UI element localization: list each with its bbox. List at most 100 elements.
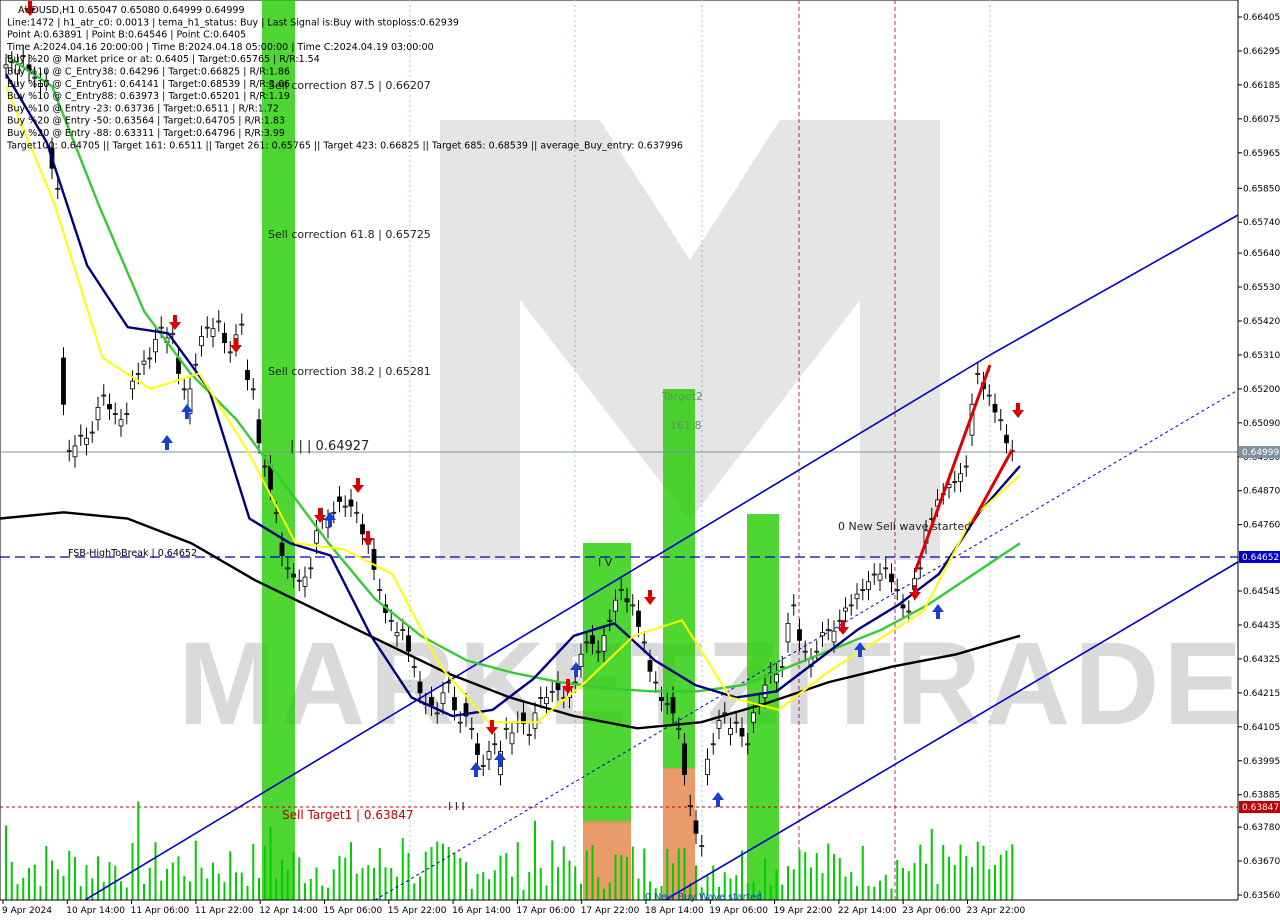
candle-body: [682, 743, 687, 776]
y-tick-label: 0.65090: [1243, 419, 1280, 429]
y-tick-label: 0.66405: [1243, 13, 1280, 23]
candle-body: [1004, 434, 1009, 444]
candle-body: [693, 820, 699, 834]
candle-body: [239, 323, 245, 326]
candle-body: [130, 380, 135, 390]
candle-body: [670, 697, 676, 714]
x-tick-label: 9 Apr 2024: [2, 906, 52, 916]
candle-body: [509, 732, 515, 745]
candle-body: [618, 589, 624, 591]
candle-body: [975, 373, 981, 375]
candle-body: [400, 629, 406, 631]
candle-body: [118, 419, 124, 427]
y-tick-label: 0.65420: [1243, 317, 1280, 327]
candle-body: [417, 681, 423, 694]
candle-body: [963, 465, 969, 468]
candle-body: [492, 743, 498, 746]
candle-body: [739, 727, 745, 737]
y-tick-label: 0.64870: [1243, 487, 1280, 497]
candle-body: [411, 666, 417, 669]
candle-body: [153, 339, 158, 353]
candle-body: [728, 727, 733, 735]
candle-body: [210, 328, 216, 337]
x-tick-label: 15 Apr 06:00: [324, 906, 383, 916]
candle-body: [279, 542, 285, 556]
candle-body: [871, 573, 877, 576]
y-tick-label: 0.63885: [1243, 791, 1280, 801]
info-line: Buy %20 @ Entry -88: 0.63311 | Target:0.…: [7, 128, 285, 139]
info-line: Target100: 0.64705 || Target 161: 0.6511…: [6, 140, 683, 151]
sell-target1-label: Sell Target1 | 0.63847: [282, 808, 414, 822]
x-tick-label: 18 Apr 14:00: [645, 906, 704, 916]
candle-body: [653, 681, 659, 684]
fsb-high-label: FSB-HighToBreak | 0.64652: [68, 548, 197, 559]
candle-body: [222, 332, 227, 343]
candle-body: [866, 581, 871, 590]
candle-body: [544, 697, 549, 705]
x-tick-label: 17 Apr 06:00: [516, 906, 575, 916]
candle-body: [664, 703, 670, 706]
candle-body: [61, 357, 66, 405]
sell-correction-618-label: Sell correction 61.8 | 0.65725: [268, 228, 431, 241]
candle-body: [469, 727, 475, 730]
candle-body: [388, 619, 394, 622]
candle-body: [216, 320, 222, 323]
candle-body: [676, 727, 682, 730]
candle-body: [998, 419, 1004, 422]
target-price-label: 0.63847: [1242, 803, 1279, 813]
candle-body: [751, 712, 756, 723]
y-tick-label: 0.66075: [1243, 115, 1280, 125]
price-axis: 0.66405 0.66295 0.66185 0.66075 0.65965 0.658…: [1237, 0, 1280, 920]
y-tick-label: 0.64325: [1243, 655, 1280, 665]
candle-body: [917, 567, 923, 570]
candle-body: [779, 666, 785, 669]
info-line: Buy %10 @ C_Entry61: 0.64141 | Target:0.…: [7, 79, 290, 90]
candle-body: [900, 604, 906, 609]
info-line: Buy %20 @ Market price or at: 0.6405 | T…: [7, 54, 320, 65]
x-tick-label: 16 Apr 14:00: [452, 906, 511, 916]
candle-body: [475, 743, 480, 755]
y-tick-label: 0.63780: [1243, 823, 1280, 833]
y-tick-label: 0.64435: [1243, 621, 1280, 631]
candle-body: [590, 635, 595, 644]
candle-body: [601, 635, 607, 652]
x-tick-label: 15 Apr 22:00: [388, 906, 447, 916]
candle-body: [204, 326, 210, 329]
candle-body: [659, 697, 664, 701]
x-tick-label: 12 Apr 14:00: [259, 906, 318, 916]
candle-body: [889, 573, 894, 583]
x-tick-label: 19 Apr 22:00: [774, 906, 833, 916]
candle-body: [532, 712, 538, 729]
candle-body: [158, 326, 164, 329]
new-sell-wave-label: 0 New Sell wave started: [838, 520, 971, 533]
info-line: Point A:0.63891 | Point B:0.64546 | Poin…: [7, 30, 246, 41]
candle-body: [193, 363, 199, 366]
candle-body: [526, 734, 532, 736]
target2-label: Target2: [661, 390, 703, 403]
candle-body: [877, 573, 883, 581]
price-chart[interactable]: MARKETZITRADE Sell correction 87.5 | 0.6…: [0, 0, 1280, 920]
candle-body: [774, 673, 779, 683]
candle-body: [348, 499, 354, 507]
candle-body: [624, 598, 630, 603]
candle-body: [894, 589, 900, 591]
candle-body: [112, 413, 118, 415]
candle-body: [503, 727, 509, 730]
candle-body: [607, 619, 613, 622]
candle-body: [250, 388, 256, 391]
candle-body: [124, 413, 130, 415]
candle-body: [820, 632, 825, 637]
info-line: Buy %20 @ Entry -50: 0.63564 | Target:0.…: [7, 116, 285, 127]
y-tick-label: 0.66185: [1243, 81, 1280, 91]
candle-body: [342, 505, 348, 508]
candle-body: [716, 720, 722, 729]
candle-body: [705, 758, 710, 776]
candle-body: [906, 610, 912, 613]
candle-body: [549, 690, 555, 693]
candle-body: [814, 650, 820, 653]
candle-body: [302, 576, 308, 587]
y-tick-label: 0.64215: [1243, 689, 1280, 699]
candle-body: [825, 629, 831, 631]
watermark-text: MARKETZITRADE: [178, 618, 1246, 750]
target-161-label: 161.8: [670, 419, 702, 432]
